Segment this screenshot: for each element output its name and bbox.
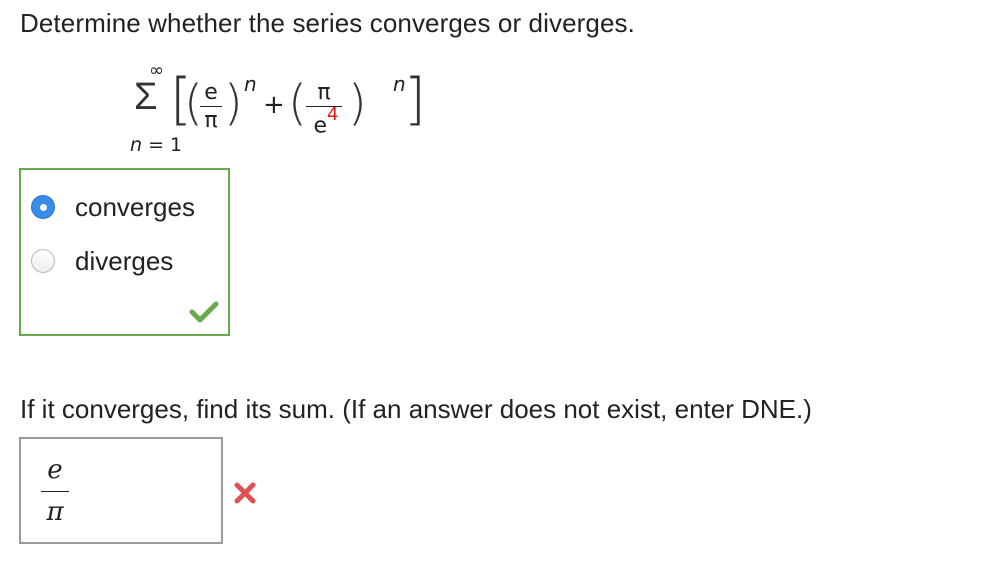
radio-converges[interactable] [31, 195, 55, 219]
term1-paren-close: ) [224, 75, 243, 131]
sum-question-prompt: If it converges, find its sum. (If an an… [20, 394, 812, 424]
plus-sign: + [263, 90, 285, 120]
x-mark-icon [234, 482, 256, 504]
sum-answer-input[interactable]: e π [19, 437, 223, 544]
answer-fraction-bar [41, 491, 69, 492]
bracket-close: ] [404, 67, 426, 132]
term1-denominator: π [204, 108, 218, 133]
term1-numerator: e [204, 80, 218, 105]
term1-exponent: n [244, 72, 257, 96]
lower-limit-value: = 1 [148, 134, 183, 156]
answer-choices-box: converges diverges [19, 168, 230, 336]
term2-denominator-power: 4 [327, 104, 339, 125]
choice-diverges[interactable]: diverges [31, 248, 173, 274]
radio-diverges[interactable] [31, 249, 55, 273]
term2-paren-close: ) [348, 75, 367, 131]
choice-label-diverges: diverges [75, 246, 174, 276]
series-formula: ∞ Σ n = 1 [ ( e π ) n + ( π e4 ) n ] [128, 60, 448, 160]
lower-limit: n = 1 [130, 136, 182, 155]
check-mark-icon [189, 301, 219, 323]
question-prompt: Determine whether the series converges o… [20, 8, 635, 38]
term1-fraction-bar [200, 106, 222, 107]
choice-converges[interactable]: converges [31, 194, 195, 220]
sigma-symbol: Σ [134, 76, 158, 118]
term2-denominator: e4 [308, 106, 344, 139]
term2-numerator: π [317, 80, 331, 105]
lower-limit-variable: n [130, 134, 143, 156]
term2-paren-open: ( [288, 75, 307, 131]
answer-numerator: e [47, 455, 63, 485]
answer-denominator: π [46, 497, 64, 527]
term2-denominator-base: e [313, 113, 328, 139]
choice-label-converges: converges [75, 192, 195, 222]
